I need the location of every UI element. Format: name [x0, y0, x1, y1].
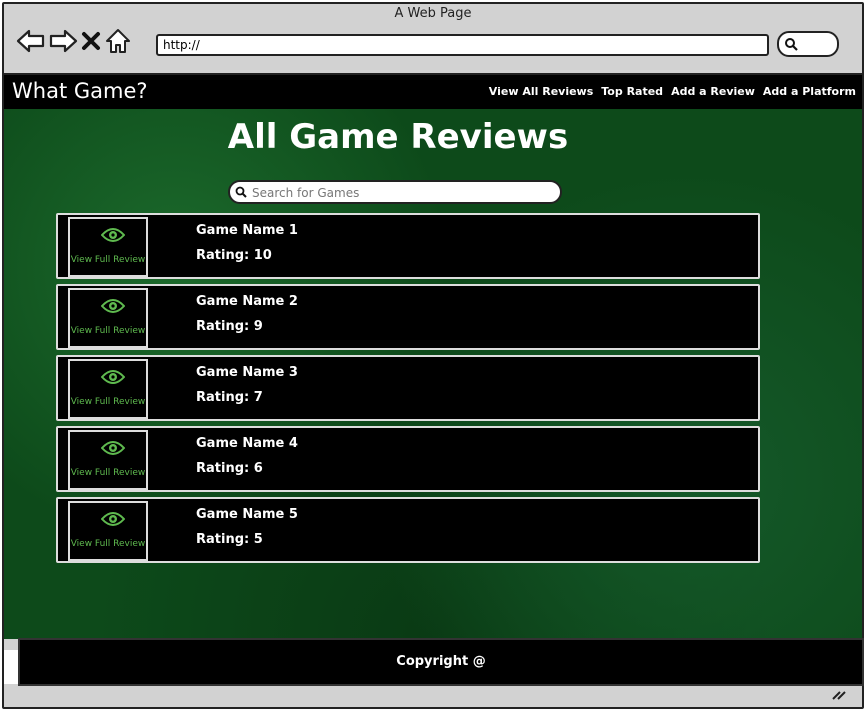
main-nav: View All Reviews Top Rated Add a Review …	[489, 85, 856, 98]
browser-window: A Web Page http:// What Game? View All R…	[2, 2, 864, 709]
nav-view-all-reviews[interactable]: View All Reviews	[489, 85, 593, 98]
brand-logo[interactable]: What Game?	[12, 79, 148, 103]
game-rating: Rating: 6	[196, 461, 263, 476]
review-row: View Full Review Game Name 1 Rating: 10	[56, 213, 760, 279]
game-name: Game Name 2	[196, 294, 298, 309]
review-row: View Full Review Game Name 4 Rating: 6	[56, 426, 760, 492]
site-footer: Copyright @	[18, 638, 864, 686]
view-full-review-label: View Full Review	[70, 397, 146, 407]
nav-add-platform[interactable]: Add a Platform	[763, 85, 856, 98]
nav-add-review[interactable]: Add a Review	[671, 85, 755, 98]
game-name: Game Name 5	[196, 507, 298, 522]
review-list: View Full Review Game Name 1 Rating: 10 …	[56, 213, 760, 568]
game-search[interactable]	[228, 180, 562, 204]
game-name: Game Name 3	[196, 365, 298, 380]
game-rating: Rating: 10	[196, 248, 272, 263]
review-row: View Full Review Game Name 3 Rating: 7	[56, 355, 760, 421]
back-icon[interactable]	[16, 28, 46, 54]
url-bar[interactable]: http://	[156, 34, 769, 56]
review-row: View Full Review Game Name 5 Rating: 5	[56, 497, 760, 563]
game-rating: Rating: 9	[196, 319, 263, 334]
game-rating: Rating: 7	[196, 390, 263, 405]
browser-nav	[16, 26, 132, 56]
page-title: All Game Reviews	[227, 117, 569, 157]
close-icon[interactable]	[80, 28, 102, 54]
view-full-review-button[interactable]: View Full Review	[68, 217, 148, 277]
view-full-review-button[interactable]: View Full Review	[68, 359, 148, 419]
game-rating: Rating: 5	[196, 532, 263, 547]
view-full-review-label: View Full Review	[70, 468, 146, 478]
view-full-review-button[interactable]: View Full Review	[68, 288, 148, 348]
review-row: View Full Review Game Name 2 Rating: 9	[56, 284, 760, 350]
window-title: A Web Page	[394, 6, 472, 21]
footer-edge	[4, 650, 18, 684]
nav-top-rated[interactable]: Top Rated	[601, 85, 663, 98]
view-full-review-label: View Full Review	[70, 255, 146, 265]
view-full-review-button[interactable]: View Full Review	[68, 430, 148, 490]
resize-icon[interactable]	[830, 686, 846, 705]
forward-icon[interactable]	[48, 28, 78, 54]
browser-search[interactable]	[777, 31, 839, 57]
site-header: What Game? View All Reviews Top Rated Ad…	[4, 73, 862, 111]
game-name: Game Name 4	[196, 436, 298, 451]
search-input[interactable]	[250, 183, 554, 203]
view-full-review-label: View Full Review	[70, 539, 146, 549]
view-full-review-label: View Full Review	[70, 326, 146, 336]
copyright-text: Copyright @	[396, 654, 486, 669]
game-name: Game Name 1	[196, 223, 298, 238]
home-icon[interactable]	[104, 27, 132, 55]
view-full-review-button[interactable]: View Full Review	[68, 501, 148, 561]
main-content: All Game Reviews View Full Review Game N…	[4, 109, 862, 639]
